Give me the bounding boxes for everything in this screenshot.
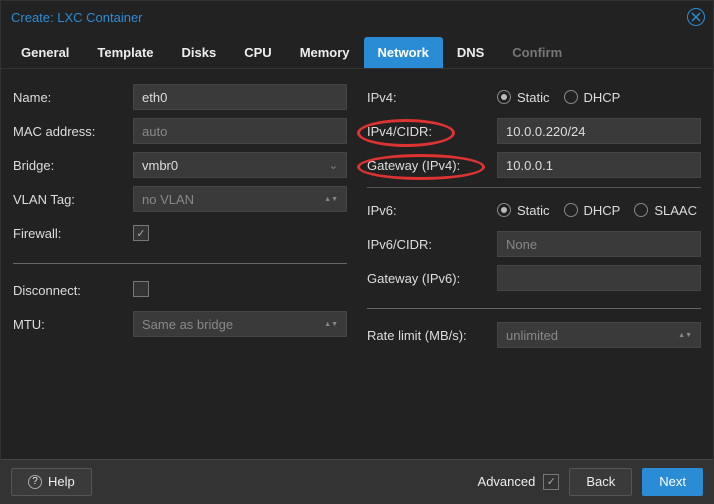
- vlan-field[interactable]: no VLAN ▲▼: [133, 186, 347, 212]
- spinner-icon: ▲▼: [678, 332, 692, 339]
- tab-disks[interactable]: Disks: [168, 37, 231, 68]
- tab-general[interactable]: General: [7, 37, 83, 68]
- chevron-down-icon: ⌄: [329, 159, 338, 172]
- label-rate: Rate limit (MB/s):: [367, 328, 497, 343]
- divider-ipv: [367, 187, 701, 188]
- form-body: Name: MAC address: Bridge: vmbr0 ⌄ VLAN …: [1, 69, 713, 459]
- ipv6-static-radio[interactable]: Static: [497, 203, 550, 218]
- label-mtu: MTU:: [13, 317, 133, 332]
- label-ipv6cidr: IPv6/CIDR:: [367, 237, 497, 252]
- vlan-placeholder: no VLAN: [142, 192, 194, 207]
- label-ipv4: IPv4:: [367, 90, 497, 105]
- tab-cpu[interactable]: CPU: [230, 37, 285, 68]
- firewall-checkbox[interactable]: ✓: [133, 225, 149, 241]
- label-ipv6: IPv6:: [367, 203, 497, 218]
- close-icon[interactable]: [687, 8, 705, 26]
- dialog-footer: ? Help Advanced ✓ Back Next: [1, 459, 713, 503]
- left-column: Name: MAC address: Bridge: vmbr0 ⌄ VLAN …: [13, 83, 347, 451]
- bridge-select[interactable]: vmbr0 ⌄: [133, 152, 347, 178]
- label-disconnect: Disconnect:: [13, 283, 133, 298]
- tab-memory[interactable]: Memory: [286, 37, 364, 68]
- tab-template[interactable]: Template: [83, 37, 167, 68]
- dialog-create-lxc: Create: LXC Container General Template D…: [0, 0, 714, 504]
- titlebar: Create: LXC Container: [1, 1, 713, 33]
- ipv6cidr-input[interactable]: [497, 231, 701, 257]
- spinner-icon: ▲▼: [324, 321, 338, 328]
- label-name: Name:: [13, 90, 133, 105]
- tab-network[interactable]: Network: [364, 37, 443, 68]
- disconnect-checkbox[interactable]: [133, 281, 149, 297]
- help-button[interactable]: ? Help: [11, 468, 92, 496]
- name-input[interactable]: [133, 84, 347, 110]
- mac-input[interactable]: [133, 118, 347, 144]
- tab-confirm: Confirm: [498, 37, 576, 68]
- label-gw6: Gateway (IPv6):: [367, 271, 497, 286]
- tab-dns[interactable]: DNS: [443, 37, 498, 68]
- divider-right: [367, 308, 701, 309]
- ipv4-dhcp-radio[interactable]: DHCP: [564, 90, 621, 105]
- label-gw4: Gateway (IPv4):: [367, 158, 497, 173]
- ipv4-mode-group: Static DHCP: [497, 90, 701, 105]
- wizard-tabs: General Template Disks CPU Memory Networ…: [1, 33, 713, 69]
- ipv4cidr-input[interactable]: [497, 118, 701, 144]
- back-button[interactable]: Back: [569, 468, 632, 496]
- rate-field[interactable]: unlimited ▲▼: [497, 322, 701, 348]
- label-vlan: VLAN Tag:: [13, 192, 133, 207]
- help-icon: ?: [28, 475, 42, 489]
- ipv6-dhcp-radio[interactable]: DHCP: [564, 203, 621, 218]
- ipv6-mode-group: Static DHCP SLAAC: [497, 203, 701, 218]
- divider-left: [13, 263, 347, 264]
- label-ipv4cidr: IPv4/CIDR:: [367, 124, 497, 139]
- ipv6-slaac-radio[interactable]: SLAAC: [634, 203, 697, 218]
- bridge-value: vmbr0: [142, 158, 178, 173]
- rate-placeholder: unlimited: [506, 328, 558, 343]
- right-column: IPv4: Static DHCP IPv4/CIDR: Gateway (IP…: [367, 83, 701, 451]
- mtu-field[interactable]: Same as bridge ▲▼: [133, 311, 347, 337]
- gw6-input[interactable]: [497, 265, 701, 291]
- next-button[interactable]: Next: [642, 468, 703, 496]
- label-bridge: Bridge:: [13, 158, 133, 173]
- label-firewall: Firewall:: [13, 226, 133, 241]
- spinner-icon: ▲▼: [324, 196, 338, 203]
- mtu-placeholder: Same as bridge: [142, 317, 233, 332]
- advanced-checkbox[interactable]: ✓: [543, 474, 559, 490]
- advanced-toggle[interactable]: Advanced ✓: [478, 474, 560, 490]
- label-mac: MAC address:: [13, 124, 133, 139]
- ipv4-static-radio[interactable]: Static: [497, 90, 550, 105]
- window-title: Create: LXC Container: [11, 10, 143, 25]
- gw4-input[interactable]: [497, 152, 701, 178]
